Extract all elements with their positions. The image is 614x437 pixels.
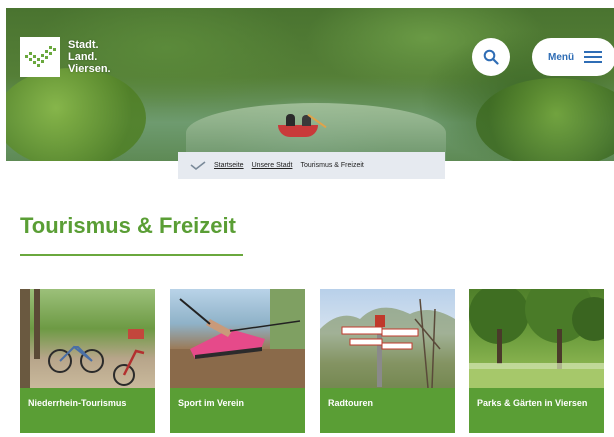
page: Stadt. Land. Viersen. Menü Startseite Un… — [0, 0, 614, 437]
card-parks-gaerten[interactable]: Parks & Gärten in Viersen — [469, 289, 604, 433]
page-title: Tourismus & Freizeit — [20, 213, 236, 238]
card-niederrhein-tourismus[interactable]: Niederrhein-Tourismus — [20, 289, 155, 433]
card-image-park — [469, 289, 604, 388]
hamburger-menu-icon — [584, 51, 603, 63]
card-label: Niederrhein-Tourismus — [20, 388, 155, 433]
breadcrumb-link-unsere-stadt[interactable]: Unsere Stadt — [252, 162, 293, 169]
card-label: Parks & Gärten in Viersen — [469, 388, 604, 433]
site-logo[interactable]: Stadt. Land. Viersen. — [20, 37, 111, 77]
hero-paddler — [286, 114, 295, 126]
checkmark-logo-icon — [190, 160, 206, 170]
logo-mark-icon — [20, 37, 60, 77]
card-image-signpost — [320, 289, 455, 388]
hero-canoe — [278, 125, 318, 137]
hero-foliage-right — [476, 78, 614, 161]
card-radtouren[interactable]: Radtouren — [320, 289, 455, 433]
title-underline — [20, 254, 243, 256]
breadcrumb-link-startseite[interactable]: Startseite — [214, 162, 244, 169]
logo-line-1: Stadt. — [68, 39, 99, 51]
search-icon — [483, 49, 499, 65]
card-label: Sport im Verein — [170, 388, 305, 433]
logo-line-3: Viersen. — [68, 63, 111, 75]
hero-foliage-left — [6, 68, 146, 161]
logo-line-2: Land. — [68, 51, 98, 63]
hero-image — [6, 8, 614, 161]
menu-button[interactable]: Menü — [532, 38, 614, 76]
breadcrumb-current: Tourismus & Freizeit — [300, 162, 364, 169]
logo-text: Stadt. Land. Viersen. — [68, 39, 111, 75]
card-image-bicycles — [20, 289, 155, 388]
breadcrumb: Startseite Unsere Stadt Tourismus & Frei… — [178, 152, 445, 179]
card-sport-im-verein[interactable]: Sport im Verein — [170, 289, 305, 433]
menu-label: Menü — [548, 51, 575, 63]
card-image-sneaker — [170, 289, 305, 388]
search-button[interactable] — [472, 38, 510, 76]
card-label: Radtouren — [320, 388, 455, 433]
